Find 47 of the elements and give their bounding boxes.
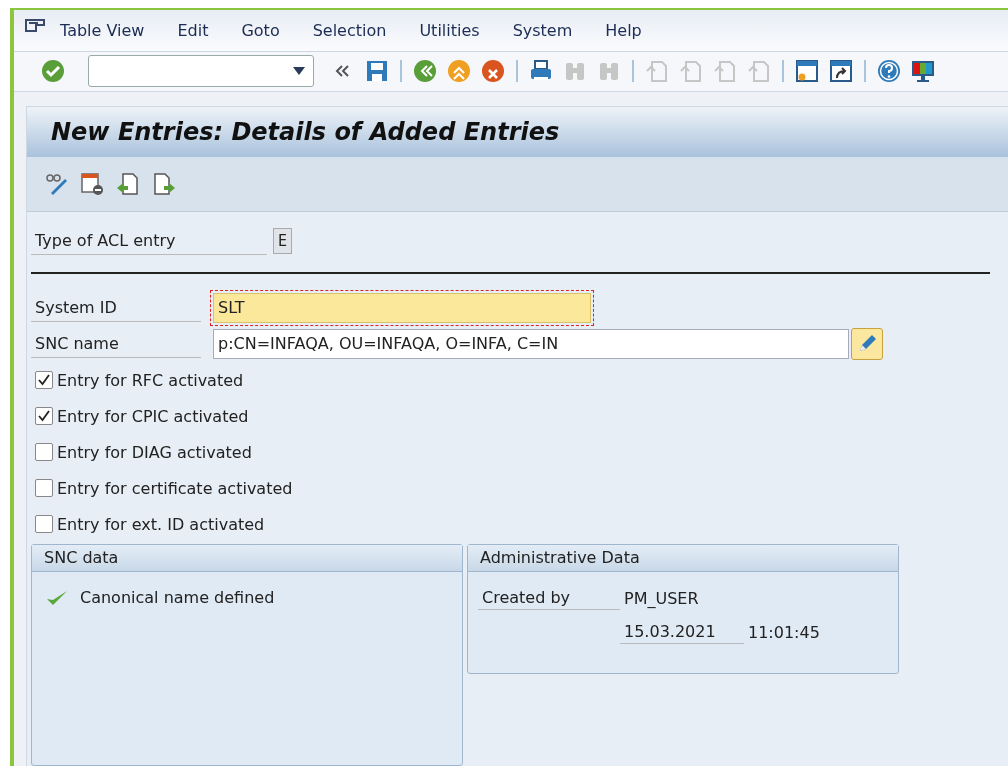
checkbox[interactable] [35,515,53,533]
field-label: Type of ACL entry [31,227,267,255]
check-icon [46,589,68,606]
checkbox-label[interactable]: Entry for certificate activated [57,478,293,498]
menu-item[interactable]: Utilities [419,20,480,40]
back-icon[interactable] [412,58,438,85]
input-field[interactable]: SLT [213,293,591,323]
time-value: 11:01:45 [747,621,821,644]
enter-icon[interactable] [40,58,66,85]
menu-item[interactable]: Table View [60,20,145,40]
menu-item[interactable]: Selection [312,20,387,40]
panel-header: SNC data [32,545,462,572]
menu-item[interactable]: Edit [177,20,209,40]
dropdown-icon [293,67,305,76]
field-label: Created by [478,586,620,610]
input-field[interactable]: p:CN=INFAQA, OU=INFAQA, O=INFA, C=IN [213,329,849,359]
checkbox[interactable] [35,371,53,389]
checkbox-label[interactable]: Entry for ext. ID activated [57,514,265,534]
menu-item[interactable]: Help [605,20,642,40]
layout-icon[interactable] [910,58,936,85]
exit-icon[interactable] [446,58,472,85]
menu-item[interactable]: System [512,20,573,40]
checkbox[interactable] [35,407,53,425]
new-session-icon[interactable] [794,58,820,85]
screen-title: New Entries: Details of Added Entries [51,118,560,146]
field-label: SNC name [31,330,201,358]
edit-button[interactable] [851,328,883,360]
status-text: Canonical name defined [80,588,275,607]
created-by-value: PM_USER [623,587,700,610]
display-change-icon[interactable] [43,171,69,197]
command-field[interactable] [88,55,314,88]
delete-icon[interactable] [79,171,105,197]
next-icon[interactable] [151,171,177,197]
checkbox-label[interactable]: Entry for DIAG activated [57,442,252,462]
checkbox[interactable] [35,443,53,461]
field-label: System ID [31,294,201,322]
date-value: 15.03.2021 [620,620,744,644]
acl-type-field[interactable]: E [273,228,293,254]
checkbox[interactable] [35,479,53,497]
help-icon[interactable] [876,58,902,85]
previous-icon[interactable] [115,171,141,197]
shortcut-icon[interactable] [828,58,854,85]
cancel-icon[interactable] [480,58,506,85]
checkbox-label[interactable]: Entry for RFC activated [57,370,244,390]
menu-item[interactable]: Goto [241,20,280,40]
checkbox-label[interactable]: Entry for CPIC activated [57,406,249,426]
panel-header: Administrative Data [468,545,898,572]
